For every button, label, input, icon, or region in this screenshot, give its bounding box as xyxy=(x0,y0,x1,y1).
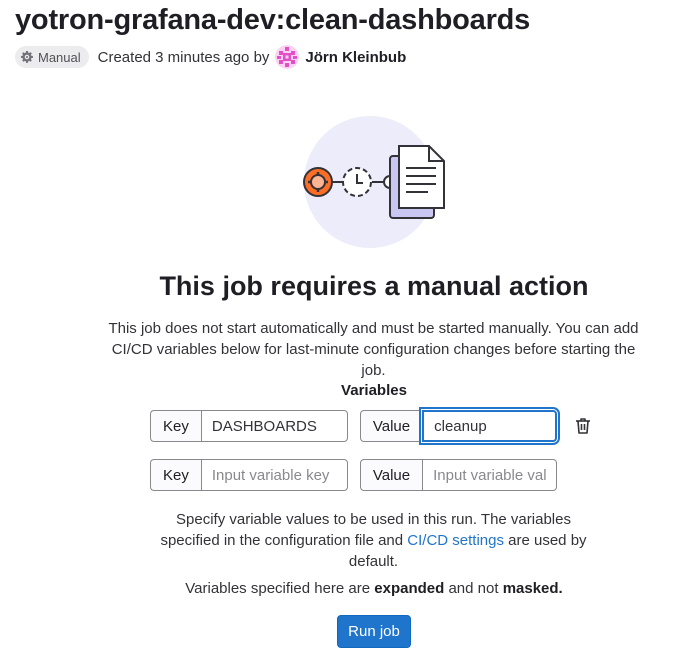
trash-icon[interactable] xyxy=(573,416,593,436)
variable-value-group: Value xyxy=(359,410,558,442)
variable-value-group: Value xyxy=(359,459,558,491)
author-link[interactable]: Jörn Kleinbub xyxy=(305,49,406,66)
variable-key-input[interactable] xyxy=(200,459,348,491)
note-middle: and not xyxy=(444,580,503,597)
avatar[interactable] xyxy=(275,45,300,69)
run-job-button[interactable]: Run job xyxy=(337,615,411,648)
job-meta: Manual Created 3 minutes ago by Jörn Kle… xyxy=(15,45,406,69)
note-expanded: expanded xyxy=(374,580,445,597)
empty-state-heading: This job requires a manual action xyxy=(159,271,589,301)
manual-job-illustration xyxy=(298,112,458,252)
gear-icon xyxy=(21,51,33,63)
key-prefix: Key xyxy=(150,410,201,442)
variables-help-text: Specify variable values to be used in th… xyxy=(150,509,597,572)
variable-row: Key Value xyxy=(150,458,558,492)
variable-value-input[interactable] xyxy=(422,410,558,442)
page-title: yotron-grafana-dev:clean-dashboards xyxy=(15,4,531,36)
variable-value-input[interactable] xyxy=(422,459,558,491)
variable-row: Key Value xyxy=(150,409,593,443)
note-masked: masked. xyxy=(502,580,563,597)
key-prefix: Key xyxy=(150,459,201,491)
status-badge-label: Manual xyxy=(38,49,81,65)
variable-key-group: Key xyxy=(150,459,348,491)
note-prefix: Variables specified here are xyxy=(185,580,375,597)
variable-key-input[interactable] xyxy=(200,410,348,442)
value-prefix: Value xyxy=(359,459,423,491)
value-prefix: Value xyxy=(359,410,423,442)
status-badge: Manual xyxy=(15,46,89,68)
variables-expanded-note: Variables specified here are expanded an… xyxy=(0,580,693,597)
created-text: Created 3 minutes ago by xyxy=(97,48,270,66)
variables-label: Variables xyxy=(341,382,407,399)
variable-key-group: Key xyxy=(150,410,348,442)
empty-state-description: This job does not start automatically an… xyxy=(108,320,639,379)
cicd-settings-link[interactable]: CI/CD settings xyxy=(407,532,504,549)
